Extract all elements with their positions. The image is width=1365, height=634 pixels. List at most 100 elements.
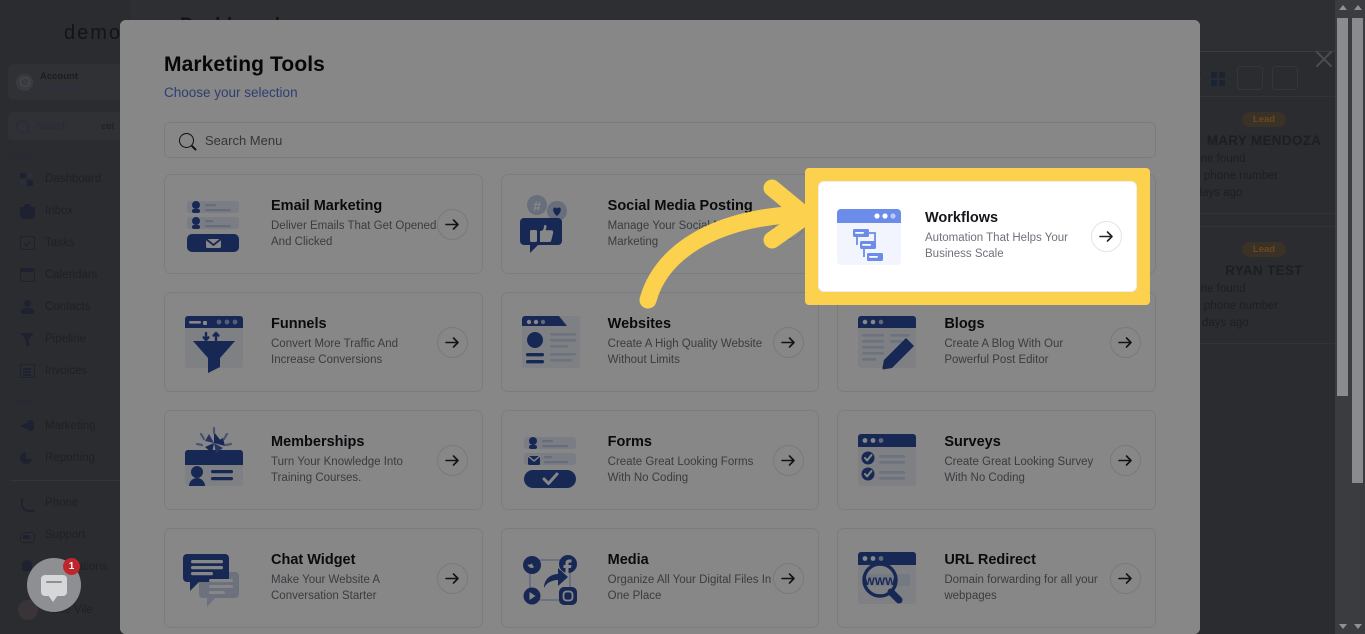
sidebar-section-tools-label: Tools — [10, 396, 30, 406]
phone-icon — [20, 496, 36, 512]
search-icon — [179, 132, 194, 148]
contact-phone: No phone number — [1186, 170, 1279, 182]
contact-email: None found — [1186, 283, 1246, 295]
modal-title: Marketing Tools — [164, 53, 325, 76]
arrow-right-icon[interactable] — [436, 444, 468, 476]
sidebar-item-label: Reporting — [45, 452, 95, 464]
highlighted-tool-card-workflows[interactable]: Workflows Automation That Helps Your Bus… — [818, 181, 1137, 292]
tool-description: Convert More Traffic And Increase Conver… — [271, 337, 398, 366]
sidebar-item-inbox[interactable]: Inbox — [0, 195, 130, 227]
tool-card-blogs[interactable]: Blogs Create A Blog With Our Powerful Po… — [837, 292, 1156, 392]
contacts-icon — [20, 299, 35, 315]
arrow-right-icon[interactable] — [436, 326, 468, 358]
tool-card-memberships[interactable]: Memberships Turn Your Knowledge Into Tra… — [164, 410, 483, 510]
tool-card-email-marketing[interactable]: Email Marketing Deliver Emails That Get … — [164, 174, 483, 274]
tool-card-forms[interactable]: Forms Create Great Looking Forms With No… — [500, 410, 820, 510]
contact-name: RYAN TEST — [1225, 263, 1303, 278]
tool-card-funnels[interactable]: Funnels Convert More Traffic And Increas… — [164, 292, 483, 392]
contact-email: None found — [1186, 153, 1246, 165]
sidebar-item-label: Inbox — [45, 205, 74, 217]
close-icon[interactable] — [1311, 46, 1337, 72]
inner-scrollbar[interactable] — [1335, 0, 1350, 634]
megaphone-icon — [20, 419, 35, 434]
sidebar-item-reporting[interactable]: Reporting — [0, 442, 130, 474]
tool-title: URL Redirect — [944, 551, 1036, 568]
scroll-up-icon[interactable] — [1335, 0, 1350, 15]
sidebar-item-pipeline[interactable]: Pipeline — [0, 323, 130, 355]
sidebar-item-label: Pipeline — [45, 333, 86, 345]
blogs-icon — [852, 306, 930, 378]
scrollbar-thumb[interactable] — [1337, 18, 1348, 396]
tool-title: Websites — [607, 315, 672, 332]
sidebar-section-apps-label: Apps — [10, 149, 30, 159]
arrow-right-icon[interactable] — [436, 562, 468, 594]
tool-description: Turn Your Knowledge Into Training Course… — [271, 455, 403, 484]
contact-card[interactable]: Lead MARY MENDOZA None found No phone nu… — [1170, 96, 1343, 214]
tool-description: Create A High Quality Website Without Li… — [607, 337, 763, 366]
search-placeholder: Search Menu — [205, 132, 283, 148]
sidebar-item-label: Contacts — [45, 301, 91, 313]
sidebar-item-marketing[interactable]: Marketing — [0, 410, 130, 442]
tool-title: Media — [607, 551, 649, 568]
url-redirect-icon: WWW — [852, 542, 930, 614]
tool-card-media[interactable]: Media Organize All Your Digital Files In… — [500, 528, 820, 628]
tool-card-url-redirect[interactable]: WWW URL Redirect Domain forwarding for a… — [837, 528, 1156, 628]
sidebar-item-calendars[interactable]: Calendars — [0, 259, 130, 291]
account-avatar-icon — [16, 73, 33, 91]
websites-icon — [516, 306, 594, 378]
arrow-right-icon[interactable] — [1109, 326, 1141, 358]
brand-logo: demo — [63, 22, 122, 44]
screen: Dashboard demo Account Irvine, CA Search… — [0, 0, 1365, 634]
help-chat-button[interactable]: 1 — [27, 558, 81, 612]
workflows-icon — [833, 201, 911, 273]
arrow-right-icon[interactable] — [1109, 444, 1141, 476]
arrow-right-icon[interactable] — [1091, 221, 1122, 252]
account-switcher[interactable]: Account Irvine, CA — [8, 64, 122, 100]
scroll-down-icon[interactable] — [1335, 619, 1350, 634]
tool-description: Make Your Website A Conversation Starter — [271, 573, 380, 602]
search-menu-input[interactable]: Search Menu — [164, 122, 1156, 158]
grid-view-icon[interactable] — [1211, 71, 1228, 86]
contact-updated: 15 days ago — [1186, 317, 1249, 329]
tool-title: Funnels — [271, 315, 327, 332]
tool-title: Forms — [607, 433, 652, 450]
sidebar-item-phone[interactable]: Phone — [0, 487, 130, 519]
svg-text:WWW: WWW — [865, 576, 897, 588]
sidebar-item-contacts[interactable]: Contacts — [0, 291, 130, 323]
sidebar-item-dashboard[interactable]: Dashboard — [0, 163, 130, 195]
chat-widget-icon — [179, 542, 257, 614]
svg-text:#: # — [533, 198, 541, 214]
sidebar-item-label: Invoices — [45, 365, 88, 377]
tool-description: Domain forwarding for all your webpages — [944, 573, 1098, 602]
next-page-button[interactable]: › — [1272, 66, 1298, 90]
sidebar-item-label: Phone — [45, 497, 79, 509]
contact-card[interactable]: Lead RYAN TEST None found No phone numbe… — [1170, 226, 1343, 344]
email-marketing-icon — [179, 188, 257, 260]
sidebar-item-label: Marketing — [45, 420, 96, 432]
sidebar-item-invoices[interactable]: Invoices — [0, 355, 130, 387]
prev-page-button[interactable]: ‹ — [1237, 66, 1263, 90]
forms-icon — [516, 424, 594, 496]
sidebar-item-label: Tasks — [45, 237, 75, 249]
arrow-right-icon[interactable] — [773, 562, 805, 594]
dashboard-icon — [20, 172, 35, 187]
sidebar-item-tasks[interactable]: Tasks — [0, 227, 130, 259]
scroll-down-icon[interactable] — [1350, 619, 1365, 634]
arrow-right-icon[interactable] — [773, 326, 805, 358]
arrow-right-icon[interactable] — [773, 444, 805, 476]
arrow-right-icon[interactable] — [436, 208, 468, 240]
tool-description: Create Great Looking Forms With No Codin… — [607, 455, 754, 484]
page-scrollbar[interactable] — [1350, 0, 1365, 634]
tool-card-surveys[interactable]: Surveys Create Great Looking Survey With… — [837, 410, 1156, 510]
scroll-up-icon[interactable] — [1350, 0, 1365, 15]
scrollbar-thumb[interactable] — [1352, 18, 1363, 483]
search-icon — [16, 119, 29, 133]
sidebar-item-support[interactable]: Support — [0, 519, 130, 551]
sidebar-search[interactable]: Search ctrl — [8, 112, 122, 140]
status-badge: Lead — [1241, 242, 1287, 257]
arrow-right-icon[interactable] — [1109, 562, 1141, 594]
notification-badge: 1 — [63, 558, 80, 575]
tool-card-chat-widget[interactable]: Chat Widget Make Your Website A Conversa… — [164, 528, 483, 628]
sidebar-item-label: Calendars — [45, 269, 98, 281]
media-icon — [516, 542, 594, 614]
